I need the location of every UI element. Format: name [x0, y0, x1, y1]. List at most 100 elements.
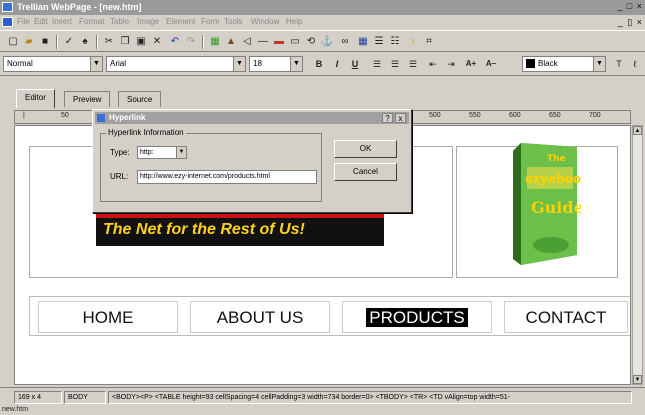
cancel-button[interactable]: Cancel — [334, 163, 397, 181]
horizontal-line-icon[interactable]: — — [256, 35, 270, 49]
menu-element[interactable]: Element — [166, 17, 195, 26]
font-family-select[interactable]: Arial ▼ — [106, 56, 246, 72]
scroll-up-icon[interactable]: ▲ — [633, 126, 642, 135]
menu-window[interactable]: Window — [251, 17, 279, 26]
menu-edit[interactable]: Edit — [34, 17, 48, 26]
text-color-select[interactable]: Black ▼ — [522, 56, 606, 72]
nav-about-label: ABOUT US — [216, 308, 304, 327]
find-icon[interactable]: ♠ — [78, 35, 92, 49]
status-bar: 169 x 4 BODY <BODY><P> <TABLE height=93 … — [0, 387, 645, 405]
banner-tagline: The Net for the Rest of Us! — [103, 221, 305, 238]
properties-icon[interactable]: ⌗ — [422, 35, 436, 49]
menu-tools[interactable]: Tools — [224, 17, 243, 26]
nav-contact-label: CONTACT — [525, 308, 607, 327]
nav-home[interactable]: HOME — [38, 301, 178, 333]
chevron-down-icon: ▼ — [233, 57, 245, 71]
italic-button[interactable]: I — [330, 57, 344, 71]
decrease-font-button[interactable]: A– — [482, 57, 500, 71]
frame-icon[interactable]: ▭ — [288, 35, 302, 49]
script-icon[interactable]: ⟲ — [304, 35, 318, 49]
document-controls[interactable]: _ ▯ × — [618, 17, 643, 28]
hyperlink-icon[interactable]: ∞ — [338, 35, 352, 49]
sound-icon[interactable]: ◁ — [240, 35, 254, 49]
cut-icon[interactable]: ✂ — [102, 35, 116, 49]
anchor-icon[interactable]: ⚓ — [320, 35, 334, 49]
status-element: BODY — [64, 391, 106, 404]
paragraph-style-select[interactable]: Normal ▼ — [3, 56, 103, 72]
ruler-label: 500 — [429, 112, 441, 119]
nav-about-us[interactable]: ABOUT US — [190, 301, 330, 333]
increase-font-button[interactable]: A+ — [462, 57, 480, 71]
color-swatch — [526, 59, 535, 69]
spellcheck-icon[interactable]: ✓ — [62, 35, 76, 49]
undo-icon[interactable]: ↶ — [168, 35, 182, 49]
save-icon[interactable]: ■ — [38, 35, 52, 49]
align-center-icon[interactable]: ☰ — [388, 57, 402, 71]
menu-insert[interactable]: Insert — [52, 17, 72, 26]
font-size-select[interactable]: 18 ▼ — [249, 56, 303, 72]
highlight-icon[interactable]: T — [612, 57, 626, 71]
tab-editor[interactable]: Editor — [16, 89, 55, 108]
dialog-help-button[interactable]: ? — [382, 113, 393, 123]
file-name-tab[interactable]: new.htm — [2, 406, 28, 413]
vertical-scrollbar[interactable]: ▲ ▼ — [632, 125, 643, 385]
menu-image[interactable]: Image — [137, 17, 159, 26]
form-icon[interactable]: ▬ — [272, 35, 286, 49]
ruler-label: 550 — [469, 112, 481, 119]
window-title: Trellian WebPage - [new.htm] — [17, 2, 142, 12]
ebook-cover-image[interactable]: The ezyebook Guide — [505, 141, 581, 267]
scroll-down-icon[interactable]: ▼ — [633, 375, 642, 384]
dialog-title: Hyperlink — [95, 112, 409, 124]
menu-help[interactable]: Help — [286, 17, 302, 26]
copy-icon[interactable]: ❐ — [118, 35, 132, 49]
site-banner[interactable]: The Net for the Rest of Us! — [96, 214, 384, 246]
chevron-down-icon: ▼ — [593, 57, 605, 71]
group-label: Hyperlink Information — [106, 128, 186, 137]
url-input[interactable]: http://www.ezy-internet.com/products.htm… — [137, 170, 317, 184]
ok-button[interactable]: OK — [334, 140, 397, 158]
nav-table[interactable]: HOME ABOUT US PRODUCTS CONTACT — [29, 296, 630, 336]
outdent-icon[interactable]: ⇤ — [426, 57, 440, 71]
menu-format[interactable]: Format — [79, 17, 104, 26]
ruler-marker: | — [23, 112, 25, 119]
tab-preview[interactable]: Preview — [64, 91, 111, 107]
redo-icon[interactable]: ↷ — [184, 35, 198, 49]
delete-icon[interactable]: ✕ — [150, 35, 164, 49]
tip-icon[interactable]: ♀ — [406, 35, 420, 49]
underline-button[interactable]: U — [348, 57, 362, 71]
window-controls[interactable]: _ □ × — [617, 1, 643, 11]
url-label: URL: — [110, 172, 129, 181]
menu-file[interactable]: File — [17, 17, 30, 26]
bold-button[interactable]: B — [312, 57, 326, 71]
new-icon[interactable]: ▢ — [6, 35, 20, 49]
ruler-label: 650 — [549, 112, 561, 119]
toolbar-separator — [56, 35, 58, 49]
view-tabs: Editor Preview Source — [0, 77, 645, 108]
table-icon[interactable]: ▦ — [356, 35, 370, 49]
insert-object-icon[interactable]: ▲ — [224, 35, 238, 49]
nav-products[interactable]: PRODUCTS — [342, 301, 492, 333]
tab-source[interactable]: Source — [118, 91, 162, 107]
document-icon — [2, 17, 13, 27]
insert-image-icon[interactable]: ▦ — [208, 35, 222, 49]
align-right-icon[interactable]: ☰ — [406, 57, 420, 71]
status-tag-path[interactable]: <BODY><P> <TABLE height=93 cellSpacing=4… — [108, 391, 632, 404]
unordered-list-icon[interactable]: ☷ — [388, 35, 402, 49]
title-bar: Trellian WebPage - [new.htm] _ □ × — [0, 0, 645, 15]
open-icon[interactable]: ▰ — [22, 35, 36, 49]
chevron-down-icon: ▼ — [90, 57, 102, 71]
format-toolbar: Normal ▼ Arial ▼ 18 ▼ B I U ☰ ☰ ☰ ⇤ ⇥ A+… — [0, 52, 645, 76]
paste-icon[interactable]: ▣ — [134, 35, 148, 49]
indent-icon[interactable]: ⇥ — [444, 57, 458, 71]
status-dimensions: 169 x 4 — [14, 391, 62, 404]
link-type-select[interactable]: http: ▼ — [137, 146, 187, 159]
nav-contact[interactable]: CONTACT — [504, 301, 628, 333]
menu-form[interactable]: Form — [201, 17, 220, 26]
menu-table[interactable]: Table — [110, 17, 129, 26]
type-label: Type: — [110, 148, 130, 157]
align-left-icon[interactable]: ☰ — [370, 57, 384, 71]
clear-format-icon[interactable]: ℓ — [628, 57, 642, 71]
ordered-list-icon[interactable]: ☰ — [372, 35, 386, 49]
dialog-close-button[interactable]: x — [395, 113, 406, 123]
toolbar-separator — [202, 35, 204, 49]
